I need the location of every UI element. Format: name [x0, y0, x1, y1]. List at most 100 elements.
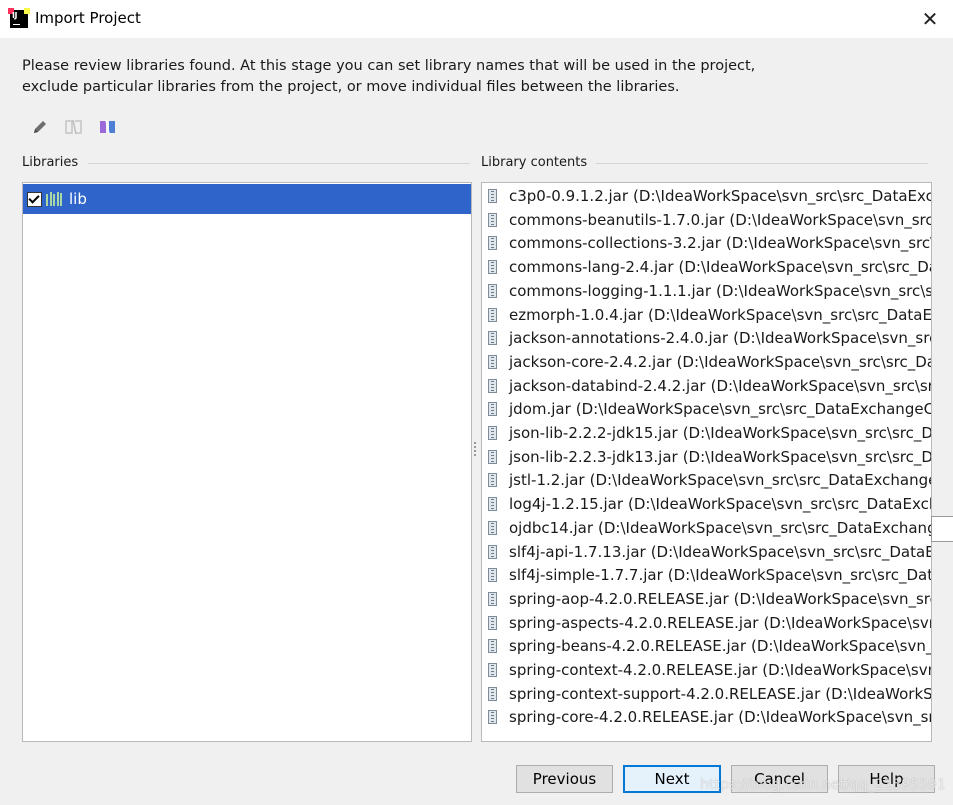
jar-path: (D:\IdeaWorkSpace\svn_src\src_DataE — [667, 566, 932, 585]
window-title: Import Project — [35, 9, 141, 27]
jar-path: (D:\IdeaWorkSpace\svn_src\ — [738, 708, 932, 727]
jar-name: spring-core-4.2.0.RELEASE.jar — [509, 708, 734, 727]
jar-list-item[interactable]: spring-context-4.2.0.RELEASE.jar (D:\Idea… — [482, 658, 931, 682]
jar-list-item[interactable]: json-lib-2.2.2-jdk15.jar (D:\IdeaWorkSpac… — [482, 421, 931, 445]
jar-file-icon — [488, 283, 499, 298]
jar-name: ezmorph-1.0.4.jar — [509, 305, 643, 324]
jar-name: spring-beans-4.2.0.RELEASE.jar — [509, 637, 747, 656]
jar-path: (D:\IdeaWorkSpace\svn_src\src_ — [710, 376, 932, 395]
jar-path: (D:\IdeaWorkSpace\svn_src\s — [733, 589, 932, 608]
jar-path: (D:\IdeaWorkSpace\svn_src\sr — [716, 281, 932, 300]
jar-list-item[interactable]: json-lib-2.2.3-jdk13.jar (D:\IdeaWorkSpac… — [482, 445, 932, 469]
jar-list-item[interactable]: slf4j-api-1.7.13.jar (D:\IdeaWorkSpace\sv… — [482, 540, 932, 564]
jar-file-icon — [488, 212, 499, 227]
tooltip-fragment — [931, 516, 953, 542]
jar-name: spring-aspects-4.2.0.RELEASE.jar — [509, 613, 759, 632]
close-icon: ✕ — [921, 7, 939, 31]
jar-name: log4j-1.2.15.jar — [509, 495, 623, 514]
description-line-2: exclude particular libraries from the pr… — [22, 79, 680, 95]
jar-list-item[interactable]: spring-context-support-4.2.0.RELEASE.jar… — [482, 682, 932, 706]
jar-name: json-lib-2.2.2-jdk15.jar — [509, 424, 678, 442]
jar-path: (D:\IdeaWorkSpace\svn_src\src_Dat — [682, 447, 932, 466]
jar-path: (D:\IdeaWorkSpace\svn_src\src_DataExchan… — [598, 518, 931, 537]
jar-list-item[interactable]: ezmorph-1.0.4.jar (D:\IdeaWorkSpace\svn_s… — [482, 303, 932, 327]
jar-list-item[interactable]: jackson-core-2.4.2.jar (D:\IdeaWorkSpace\… — [482, 350, 931, 374]
library-label: lib — [69, 190, 87, 208]
jar-name: json-lib-2.2.3-jdk13.jar — [509, 447, 678, 466]
jar-file-icon — [488, 378, 499, 393]
jar-path: (D:\IdeaWorkSpace\svn_src\s — [725, 234, 932, 253]
libraries-label: Libraries — [22, 155, 79, 170]
jar-list-item[interactable]: spring-beans-4.2.0.RELEASE.jar (D:\IdeaWo… — [482, 634, 931, 658]
jar-list-item[interactable]: commons-logging-1.1.1.jar (D:\IdeaWorkSpa… — [482, 279, 932, 303]
jar-list-item[interactable]: spring-core-4.2.0.RELEASE.jar (D:\IdeaWor… — [482, 705, 932, 729]
previous-button[interactable]: Previous — [516, 765, 613, 793]
description-line-1: Please review libraries found. At this s… — [22, 58, 756, 74]
jar-file-icon — [488, 591, 499, 606]
jar-list-item[interactable]: c3p0-0.9.1.2.jar (D:\IdeaWorkSpace\svn_sr… — [482, 184, 932, 208]
jar-list-item[interactable]: spring-aop-4.2.0.RELEASE.jar (D:\IdeaWork… — [482, 587, 932, 611]
intellij-idea-icon: IJ — [8, 8, 30, 28]
description: Please review libraries found. At this s… — [22, 56, 755, 98]
jar-file-icon — [488, 497, 499, 512]
library-icon — [46, 192, 62, 206]
jar-file-icon — [488, 189, 499, 203]
jar-list-item[interactable]: jackson-annotations-2.4.0.jar (D:\IdeaWor… — [482, 326, 932, 350]
edit-pencil-icon[interactable] — [30, 117, 50, 137]
jar-list-item[interactable]: ojdbc14.jar (D:\IdeaWorkSpace\svn_src\src… — [482, 516, 931, 540]
merge-library-icon[interactable] — [98, 117, 118, 137]
jar-list-item[interactable]: commons-beanutils-1.7.0.jar (D:\IdeaWorkS… — [482, 208, 932, 232]
jar-path: (D:\IdeaWorkSpace\svn_src — [751, 637, 931, 656]
jar-name: jdom.jar — [509, 400, 571, 419]
jar-path: (D:\IdeaWorkSp — [825, 684, 932, 703]
jar-file-icon — [488, 426, 499, 440]
library-contents-label: Library contents — [481, 155, 588, 170]
jar-path: (D:\IdeaWorkSpace\svn_s — [763, 613, 931, 632]
watermark: https://blog.csdn.net/qq_21595591 — [700, 777, 946, 793]
title-bar: IJ Import Project ✕ — [0, 0, 953, 38]
close-button[interactable]: ✕ — [907, 0, 953, 38]
jar-name: spring-aop-4.2.0.RELEASE.jar — [509, 589, 729, 608]
jar-path: (D:\IdeaWorkSpace\svn_src\src_DataExchar — [628, 495, 932, 514]
jar-name: jackson-core-2.4.2.jar — [509, 352, 672, 371]
jar-name: spring-context-4.2.0.RELEASE.jar — [509, 661, 758, 679]
jar-list-item[interactable]: commons-collections-3.2.jar (D:\IdeaWorkS… — [482, 231, 932, 255]
library-checkbox[interactable] — [27, 191, 42, 207]
jar-file-icon — [488, 473, 499, 488]
jar-list-item[interactable]: commons-lang-2.4.jar (D:\IdeaWorkSpace\sv… — [482, 255, 931, 279]
split-library-icon[interactable] — [64, 117, 84, 137]
jar-name: commons-logging-1.1.1.jar — [509, 281, 712, 300]
jar-path: (D:\IdeaWorkSpace\svn_src\src_DataExc — [647, 305, 932, 324]
jar-list-item[interactable]: log4j-1.2.15.jar (D:\IdeaWorkSpace\svn_sr… — [482, 492, 932, 516]
jar-file-icon — [488, 544, 499, 559]
jar-name: c3p0-0.9.1.2.jar — [509, 187, 629, 205]
jar-name: commons-beanutils-1.7.0.jar — [509, 210, 725, 229]
jar-name: jackson-databind-2.4.2.jar — [509, 376, 706, 395]
jar-path: (D:\IdeaWorkSpace\svn_src\src_DataExchan… — [589, 471, 932, 490]
jar-file-icon — [488, 686, 499, 701]
jar-file-icon — [488, 615, 499, 630]
jar-file-icon — [488, 260, 499, 275]
jar-file-icon — [488, 449, 499, 464]
library-contents-list[interactable]: c3p0-0.9.1.2.jar (D:\IdeaWorkSpace\svn_sr… — [481, 182, 932, 742]
jar-list-item[interactable]: spring-aspects-4.2.0.RELEASE.jar (D:\Idea… — [482, 611, 931, 635]
jar-list-item[interactable]: jdom.jar (D:\IdeaWorkSpace\svn_src\src_Da… — [482, 397, 932, 421]
jar-file-icon — [488, 710, 499, 725]
library-item-lib[interactable]: lib — [23, 184, 471, 214]
jar-path: (D:\IdeaWorkSpace\svn_src\s — [733, 329, 932, 348]
jar-path: (D:\IdeaWorkSpace\svn_s — [762, 661, 931, 679]
libraries-separator — [88, 163, 470, 164]
jar-file-icon — [488, 663, 499, 677]
jar-name: commons-lang-2.4.jar — [509, 258, 674, 277]
jar-name: jackson-annotations-2.4.0.jar — [509, 329, 729, 348]
jar-path: (D:\IdeaWorkSpace\svn_src\src_DataExc — [650, 542, 932, 561]
jar-path: (D:\IdeaWorkSpace\svn_src\src_DataExchan… — [575, 400, 932, 419]
jar-file-icon — [488, 236, 499, 251]
jar-list-item[interactable]: jstl-1.2.jar (D:\IdeaWorkSpace\svn_src\sr… — [482, 468, 932, 492]
splitter-handle[interactable] — [473, 440, 477, 460]
jar-path: (D:\IdeaWorkSpace\svn_src\src_DataExcha — [633, 187, 932, 205]
jar-list-item[interactable]: jackson-databind-2.4.2.jar (D:\IdeaWorkSp… — [482, 374, 932, 398]
jar-path: (D:\IdeaWorkSpace\svn_src\s — [729, 210, 932, 229]
jar-list-item[interactable]: slf4j-simple-1.7.7.jar (D:\IdeaWorkSpace\… — [482, 563, 932, 587]
libraries-list[interactable]: lib — [22, 182, 472, 742]
